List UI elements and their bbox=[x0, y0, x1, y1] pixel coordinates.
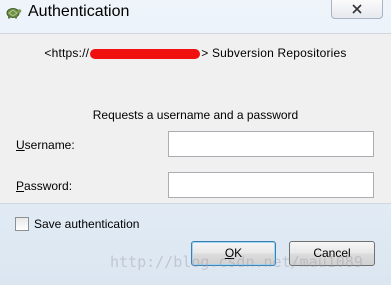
repository-url-line: <https:// > Subversion Repositories bbox=[0, 46, 391, 60]
close-icon bbox=[352, 4, 362, 14]
repo-suffix: > Subversion Repositories bbox=[201, 46, 347, 60]
save-authentication-label: Save authentication bbox=[34, 217, 140, 231]
close-button[interactable] bbox=[331, 0, 383, 19]
request-message: Requests a username and a password bbox=[92, 108, 299, 122]
username-input[interactable] bbox=[168, 131, 374, 157]
username-label: Username: bbox=[16, 138, 75, 152]
tortoise-icon bbox=[4, 4, 22, 20]
window-title: Authentication bbox=[28, 3, 130, 20]
redaction-mark bbox=[90, 48, 201, 59]
password-label: Password: bbox=[16, 179, 73, 193]
title-bar: Authentication bbox=[0, 0, 391, 26]
password-input[interactable] bbox=[168, 172, 374, 198]
save-authentication-checkbox[interactable] bbox=[15, 217, 29, 231]
watermark-text: http://blog.csdn.net/mau1089 bbox=[110, 253, 363, 271]
repo-prefix: <https:// bbox=[44, 46, 90, 60]
